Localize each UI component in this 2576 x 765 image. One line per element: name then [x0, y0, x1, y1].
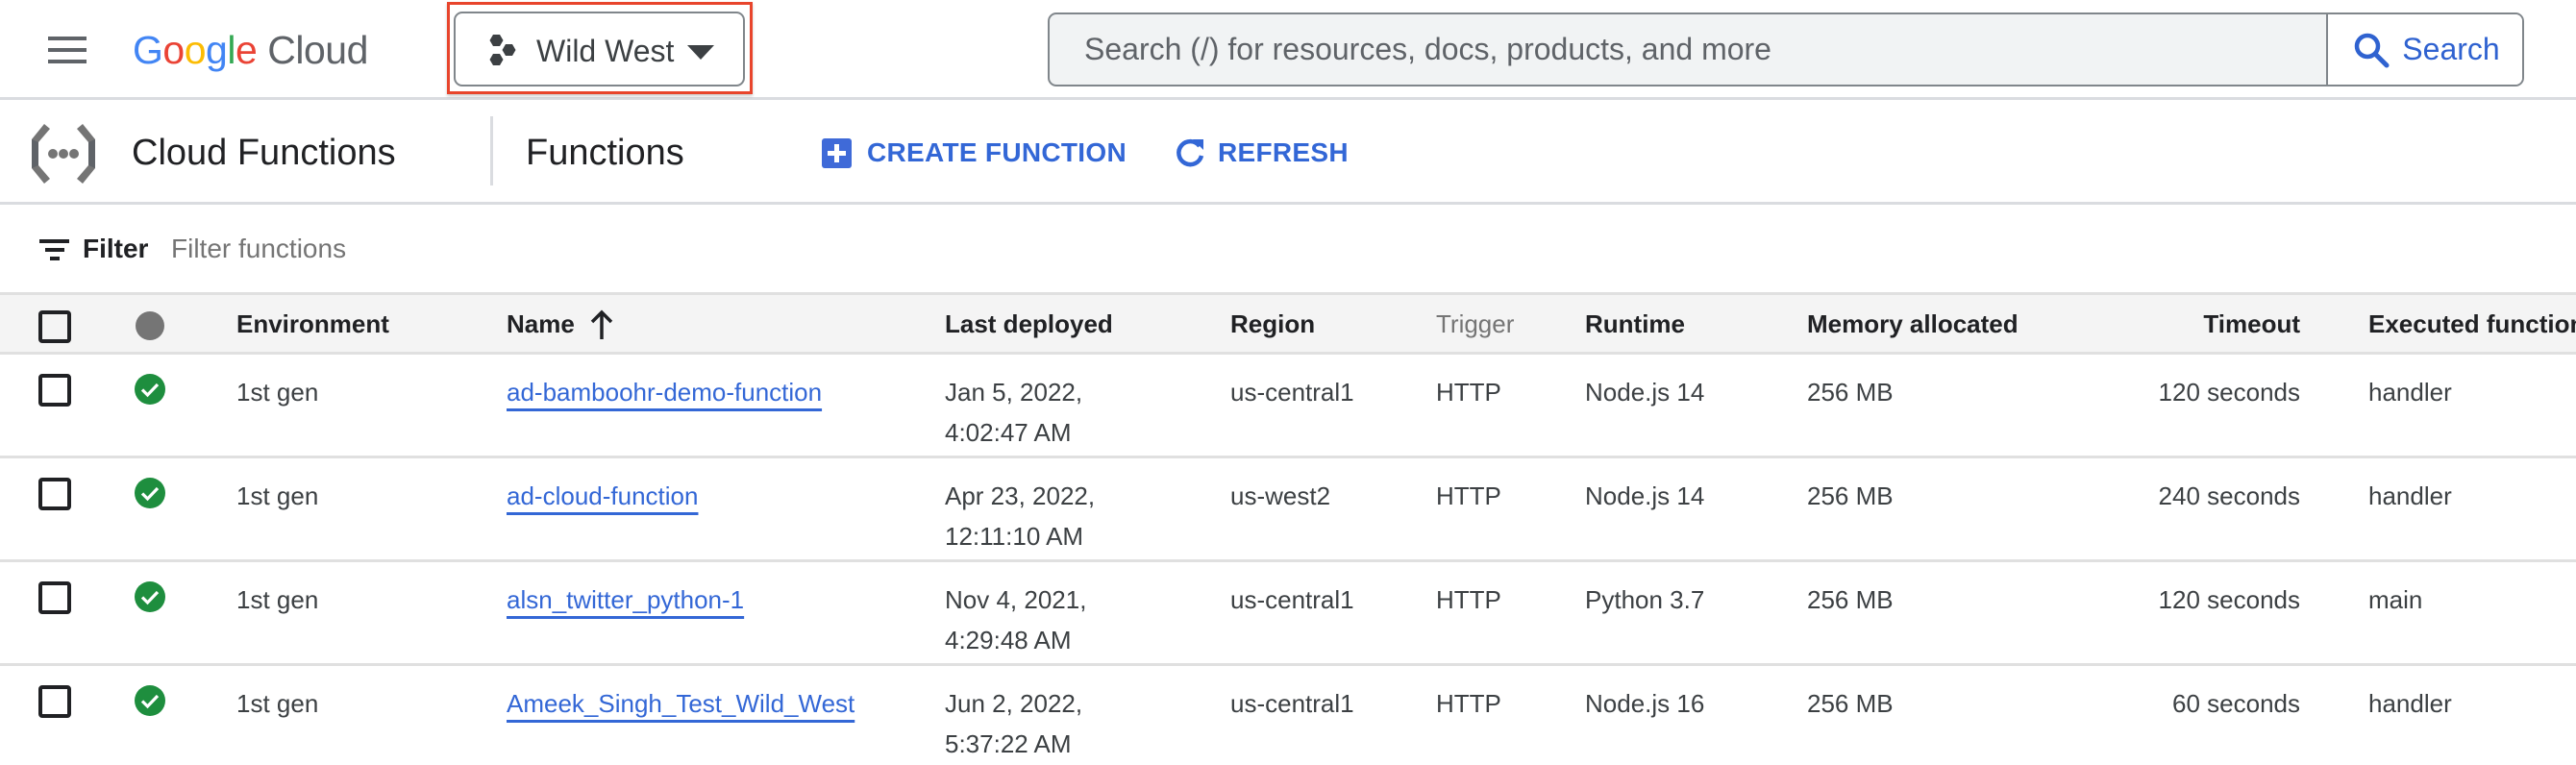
cell-trigger: HTTP	[1436, 378, 1501, 407]
row-checkbox[interactable]	[38, 685, 71, 718]
cell-runtime: Node.js 16	[1585, 689, 1705, 718]
sort-ascending-icon[interactable]	[590, 309, 613, 340]
filter-input[interactable]	[171, 227, 1517, 271]
column-header-runtime[interactable]: Runtime	[1585, 308, 1685, 339]
refresh-button[interactable]: REFRESH	[1174, 132, 1349, 174]
cell-environment: 1st gen	[236, 585, 319, 614]
cell-executed-function: handler	[2368, 689, 2452, 718]
project-hexagons-icon	[489, 35, 516, 65]
column-header-trigger: Trigger	[1436, 309, 1515, 338]
functions-table: Environment Name Last deployed Region Tr…	[0, 292, 2576, 765]
table-body: 1st gen ad-bamboohr-demo-function Jan 5,…	[0, 355, 2576, 765]
status-column-icon	[136, 311, 164, 340]
column-header-environment[interactable]: Environment	[236, 308, 389, 339]
last-deployed-date: Jun 2, 2022,	[945, 689, 1083, 718]
last-deployed-date: Nov 4, 2021,	[945, 585, 1087, 614]
table-row: 1st gen alsn_twitter_python-1 Nov 4, 202…	[0, 562, 2576, 666]
cell-last-deployed: Jan 5, 2022, 4:02:47 AM	[945, 372, 1082, 453]
last-deployed-time: 4:02:47 AM	[945, 418, 1072, 447]
refresh-label: REFRESH	[1218, 137, 1349, 167]
cell-timeout: 120 seconds	[2158, 378, 2300, 407]
function-name-link[interactable]: alsn_twitter_python-1	[507, 580, 744, 620]
cell-last-deployed: Nov 4, 2021, 4:29:48 AM	[945, 580, 1086, 660]
cell-memory: 256 MB	[1807, 689, 1894, 718]
status-ok-icon	[135, 685, 165, 716]
column-header-timeout[interactable]: Timeout	[2012, 308, 2300, 339]
last-deployed-time: 4:29:48 AM	[945, 626, 1072, 654]
filter-label[interactable]: Filter	[83, 233, 148, 265]
cell-timeout: 120 seconds	[2158, 585, 2300, 614]
last-deployed-time: 5:37:22 AM	[945, 729, 1072, 758]
search-button[interactable]: Search	[2326, 14, 2522, 85]
search-input[interactable]	[1050, 14, 2326, 85]
table-row: 1st gen Ameek_Singh_Test_Wild_West Jun 2…	[0, 666, 2576, 765]
product-toolbar: Cloud Functions Functions CREATE FUNCTIO…	[0, 103, 2576, 205]
cell-executed-function: handler	[2368, 481, 2452, 510]
last-deployed-time: 12:11:10 AM	[945, 522, 1084, 551]
cell-memory: 256 MB	[1807, 481, 1894, 510]
cell-environment: 1st gen	[236, 689, 319, 718]
column-header-region[interactable]: Region	[1230, 308, 1315, 339]
column-header-name[interactable]: Name	[507, 308, 575, 339]
search-button-label: Search	[2402, 32, 2500, 66]
page-title: Functions	[526, 133, 684, 173]
function-name-link[interactable]: ad-bamboohr-demo-function	[507, 372, 822, 412]
filter-bar: Filter	[0, 208, 2576, 292]
cell-timeout: 60 seconds	[2172, 689, 2300, 718]
cell-timeout: 240 seconds	[2158, 481, 2300, 510]
last-deployed-date: Apr 23, 2022,	[945, 481, 1096, 510]
cell-region: us-central1	[1230, 585, 1354, 614]
function-name-link[interactable]: ad-cloud-function	[507, 476, 698, 516]
add-box-icon	[822, 137, 852, 168]
cell-region: us-west2	[1230, 481, 1331, 510]
refresh-icon	[1177, 138, 1204, 167]
google-cloud-logo[interactable]: Google Cloud	[133, 21, 368, 79]
cell-executed-function: handler	[2368, 378, 2452, 407]
cell-trigger: HTTP	[1436, 585, 1501, 614]
cell-trigger: HTTP	[1436, 481, 1501, 510]
table-row: 1st gen ad-cloud-function Apr 23, 2022, …	[0, 458, 2576, 562]
cell-last-deployed: Apr 23, 2022, 12:11:10 AM	[945, 476, 1095, 556]
column-header-memory[interactable]: Memory allocated	[1807, 308, 2019, 339]
cell-trigger: HTTP	[1436, 689, 1501, 718]
table-header: Environment Name Last deployed Region Tr…	[0, 292, 2576, 355]
status-ok-icon	[135, 581, 165, 612]
search-icon	[2355, 33, 2390, 67]
toolbar-divider	[490, 116, 493, 185]
column-header-last-deployed[interactable]: Last deployed	[945, 308, 1113, 339]
table-row: 1st gen ad-bamboohr-demo-function Jan 5,…	[0, 355, 2576, 458]
cell-runtime: Node.js 14	[1585, 481, 1705, 510]
project-picker-button[interactable]: Wild West	[454, 12, 745, 86]
filter-icon[interactable]	[39, 239, 70, 262]
cell-region: us-central1	[1230, 689, 1354, 718]
status-ok-icon	[135, 374, 165, 405]
select-all-checkbox[interactable]	[38, 310, 71, 343]
cell-last-deployed: Jun 2, 2022, 5:37:22 AM	[945, 683, 1082, 764]
project-name: Wild West	[536, 34, 675, 68]
cell-memory: 256 MB	[1807, 585, 1894, 614]
row-checkbox[interactable]	[38, 581, 71, 614]
status-ok-icon	[135, 478, 165, 508]
create-function-button[interactable]: CREATE FUNCTION	[822, 132, 1127, 174]
main-menu-icon[interactable]	[48, 35, 88, 65]
last-deployed-date: Jan 5, 2022,	[945, 378, 1083, 407]
cell-runtime: Node.js 14	[1585, 378, 1705, 407]
cloud-functions-icon	[32, 124, 95, 184]
cell-environment: 1st gen	[236, 481, 319, 510]
column-header-executed-function[interactable]: Executed function	[2368, 308, 2576, 339]
top-header: Google Cloud Wild West Search	[0, 0, 2576, 100]
search-bar: Search	[1048, 12, 2524, 86]
row-checkbox[interactable]	[38, 478, 71, 510]
cell-executed-function: main	[2368, 585, 2423, 614]
cell-environment: 1st gen	[236, 378, 319, 407]
cell-memory: 256 MB	[1807, 378, 1894, 407]
function-name-link[interactable]: Ameek_Singh_Test_Wild_West	[507, 683, 855, 724]
cell-region: us-central1	[1230, 378, 1354, 407]
row-checkbox[interactable]	[38, 374, 71, 407]
dropdown-caret-icon	[687, 45, 714, 60]
cell-runtime: Python 3.7	[1585, 585, 1705, 614]
create-function-label: CREATE FUNCTION	[867, 137, 1127, 167]
product-name: Cloud Functions	[132, 133, 396, 173]
